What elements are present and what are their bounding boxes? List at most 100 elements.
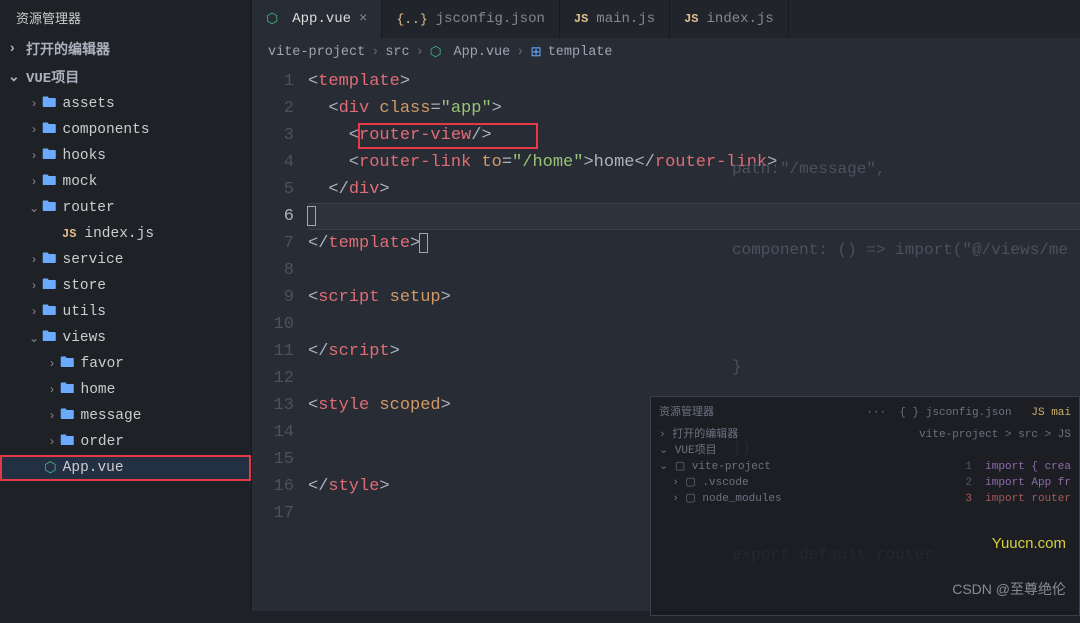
tree-item-home[interactable]: ›🖿home xyxy=(0,377,251,403)
tree-item-favor[interactable]: ›🖿 favor xyxy=(0,351,251,377)
tree-label: hooks xyxy=(63,148,107,164)
line-number: 4 xyxy=(252,149,294,176)
vue-icon: ⬡ xyxy=(430,44,442,61)
tree-item-store[interactable]: ›🖿 store xyxy=(0,273,251,299)
line-number: 13 xyxy=(252,392,294,419)
folder-icon: 🖿 xyxy=(42,92,57,117)
tree-label: service xyxy=(63,252,124,268)
tree-item-views[interactable]: ⌄🖿 views xyxy=(0,325,251,351)
code-line[interactable] xyxy=(308,257,1080,284)
line-number: 12 xyxy=(252,365,294,392)
folder-icon: 🖿 xyxy=(42,170,57,195)
tab-label: App.vue xyxy=(292,11,351,27)
chevron-icon: › xyxy=(44,409,60,423)
chevron-icon: › xyxy=(26,149,42,163)
folder-icon: 🖿 xyxy=(42,248,57,273)
folder-icon: 🖿 xyxy=(42,144,57,169)
code-line[interactable]: <div class="app"> xyxy=(308,95,1080,122)
breadcrumb[interactable]: vite-project › src › ⬡ App.vue › ⊞ templ… xyxy=(252,38,1080,66)
chevron-icon: ⌄ xyxy=(26,201,42,216)
code-line[interactable]: <script setup> xyxy=(308,284,1080,311)
tree-item-App-vue[interactable]: ⬡App.vue xyxy=(0,455,251,481)
tree-item-index-js[interactable]: JS index.js xyxy=(0,221,251,247)
chevron-icon: › xyxy=(26,123,42,137)
line-number: 11 xyxy=(252,338,294,365)
code-editor[interactable]: 1234567891011121314151617 <template> <di… xyxy=(252,66,1080,611)
line-number: 2 xyxy=(252,95,294,122)
tree-label: order xyxy=(81,434,125,450)
explorer-sidebar: 资源管理器 › 打开的编辑器 ⌄ VUE项目 ›🖿assets›🖿compone… xyxy=(0,0,252,611)
tree-item-assets[interactable]: ›🖿 assets xyxy=(0,91,251,117)
chevron-icon: › xyxy=(516,45,524,60)
tree-label: components xyxy=(63,122,150,138)
line-number: 5 xyxy=(252,176,294,203)
folder-icon: 🖿 xyxy=(42,196,57,221)
tree-item-mock[interactable]: ›🖿mock xyxy=(0,169,251,195)
tree-item-message[interactable]: ›🖿 message xyxy=(0,403,251,429)
template-icon: ⊞ xyxy=(530,44,541,61)
code-line[interactable]: </template> xyxy=(308,230,1080,257)
js-icon: JS xyxy=(60,227,78,241)
chevron-icon: › xyxy=(26,97,42,111)
code-line[interactable]: </div> xyxy=(308,176,1080,203)
chevron-icon: › xyxy=(416,45,424,60)
js-icon: JS xyxy=(574,12,588,26)
chevron-right-icon: › xyxy=(8,41,22,57)
line-number: 16 xyxy=(252,473,294,500)
tree-item-hooks[interactable]: ›🖿 hooks xyxy=(0,143,251,169)
tab-main-js[interactable]: JS main.js xyxy=(560,0,670,38)
tab-label: index.js xyxy=(707,11,774,27)
tree-label: message xyxy=(81,408,142,424)
tree-item-order[interactable]: ›🖿order xyxy=(0,429,251,455)
line-number: 6 xyxy=(252,203,294,230)
chevron-icon: ⌄ xyxy=(26,331,42,346)
project-section[interactable]: ⌄ VUE项目 xyxy=(0,63,251,91)
watermark-text: Yuucn.com xyxy=(992,530,1066,557)
code-line[interactable]: </script> xyxy=(308,338,1080,365)
close-icon[interactable]: × xyxy=(359,11,367,27)
open-editors-section[interactable]: › 打开的编辑器 xyxy=(0,35,251,63)
js-icon: JS xyxy=(684,12,698,26)
json-icon: {..} xyxy=(396,12,427,27)
folder-icon: 🖿 xyxy=(60,378,75,403)
tree-item-utils[interactable]: ›🖿utils xyxy=(0,299,251,325)
chevron-icon: › xyxy=(44,357,60,371)
tree-label: index.js xyxy=(84,226,154,242)
line-number: 14 xyxy=(252,419,294,446)
code-line[interactable]: <template> xyxy=(308,68,1080,95)
folder-icon: 🖿 xyxy=(60,352,75,377)
tree-label: favor xyxy=(81,356,125,372)
line-number: 15 xyxy=(252,446,294,473)
line-number: 10 xyxy=(252,311,294,338)
vue-icon: ⬡ xyxy=(44,460,57,477)
line-numbers: 1234567891011121314151617 xyxy=(252,66,308,611)
chevron-icon: › xyxy=(44,383,60,397)
tab-jsconfig-json[interactable]: {..} jsconfig.json xyxy=(382,0,559,38)
line-number: 8 xyxy=(252,257,294,284)
folder-icon: 🖿 xyxy=(42,326,57,351)
tab-App-vue[interactable]: ⬡App.vue× xyxy=(252,0,382,38)
tree-label: store xyxy=(63,278,107,294)
code-line[interactable] xyxy=(308,311,1080,338)
code-line[interactable]: <router-view/> xyxy=(308,122,1080,149)
line-number: 3 xyxy=(252,122,294,149)
code-line[interactable]: <router-link to="/home">home</router-lin… xyxy=(308,149,1080,176)
line-number: 1 xyxy=(252,68,294,95)
folder-icon: 🖿 xyxy=(42,274,57,299)
line-number: 9 xyxy=(252,284,294,311)
tree-label: assets xyxy=(63,96,115,112)
folder-icon: 🖿 xyxy=(42,300,57,325)
folder-icon: 🖿 xyxy=(60,404,75,429)
csdn-attribution: CSDN @至尊绝伦 xyxy=(952,576,1066,603)
tree-item-router[interactable]: ⌄🖿router xyxy=(0,195,251,221)
chevron-icon: › xyxy=(26,279,42,293)
chevron-icon: › xyxy=(44,435,60,449)
tab-label: jsconfig.json xyxy=(436,11,545,27)
tree-item-components[interactable]: ›🖿components xyxy=(0,117,251,143)
tab-label: main.js xyxy=(596,11,655,27)
tree-label: views xyxy=(63,330,107,346)
code-line[interactable] xyxy=(308,365,1080,392)
line-number: 7 xyxy=(252,230,294,257)
tree-item-service[interactable]: ›🖿service xyxy=(0,247,251,273)
tab-index-js[interactable]: JS index.js xyxy=(670,0,789,38)
